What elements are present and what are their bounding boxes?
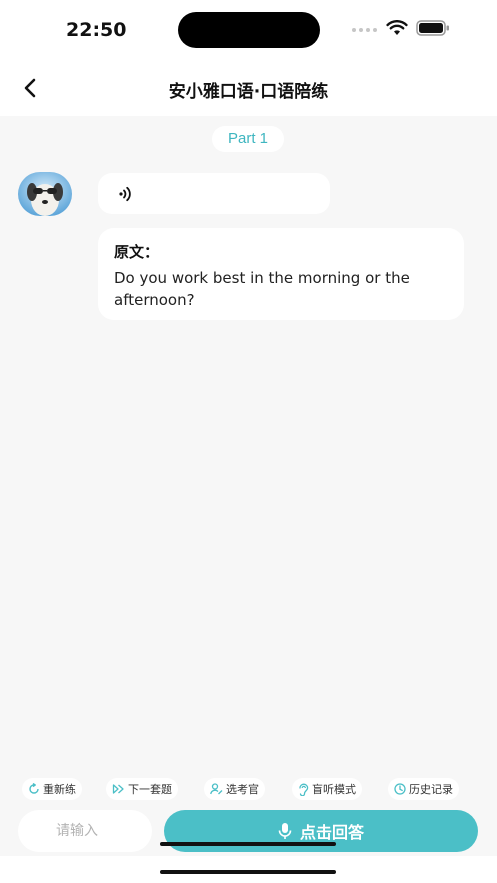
retry-label: 重新练 <box>43 783 76 796</box>
original-label: 原文： <box>114 243 160 261</box>
next-set-label: 下一套题 <box>128 783 172 796</box>
speaker-icon <box>119 186 131 202</box>
part-badge: Part 1 <box>212 126 284 152</box>
home-indicator[interactable] <box>160 870 336 874</box>
refresh-icon <box>29 783 39 794</box>
history-button[interactable]: 历史记录 <box>388 778 459 800</box>
page-title: 安小雅口语·口语陪练 <box>168 82 329 102</box>
navigation-bar: 安小雅口语·口语陪练 <box>0 60 497 116</box>
signal-icon <box>352 28 377 32</box>
answer-button-label: 点击回答 <box>299 823 364 842</box>
status-time: 22:50 <box>66 19 127 41</box>
original-text-bubble: 原文： Do you work best in the morning or t… <box>98 228 464 320</box>
microphone-icon <box>278 823 292 839</box>
battery-icon <box>416 20 449 36</box>
clock-icon <box>394 783 406 795</box>
dynamic-island <box>178 12 320 48</box>
status-bar: 22:50 <box>0 0 497 60</box>
retry-button[interactable]: 重新练 <box>22 778 82 800</box>
blind-listening-label: 盲听模式 <box>312 783 356 796</box>
text-input[interactable] <box>18 810 152 852</box>
blind-listening-button[interactable]: 盲听模式 <box>292 778 362 800</box>
dog-avatar-icon <box>18 172 72 216</box>
original-text: Do you work best in the morning or the a… <box>114 269 410 309</box>
audio-message-bubble[interactable] <box>98 173 330 214</box>
play-next-icon <box>112 784 124 794</box>
next-set-button[interactable]: 下一套题 <box>106 778 178 800</box>
history-label: 历史记录 <box>409 783 453 796</box>
ear-icon <box>299 783 309 796</box>
user-edit-icon <box>210 783 223 795</box>
overlay-indicator <box>160 842 336 846</box>
choose-examiner-label: 选考官 <box>226 783 259 796</box>
input-row: 点击回答 <box>0 810 497 854</box>
examiner-avatar[interactable] <box>18 172 72 216</box>
wifi-icon <box>386 20 408 35</box>
choose-examiner-button[interactable]: 选考官 <box>204 778 265 800</box>
action-toolbar: 重新练 下一套题 选考官 盲听模式 历史记录 <box>0 778 497 800</box>
